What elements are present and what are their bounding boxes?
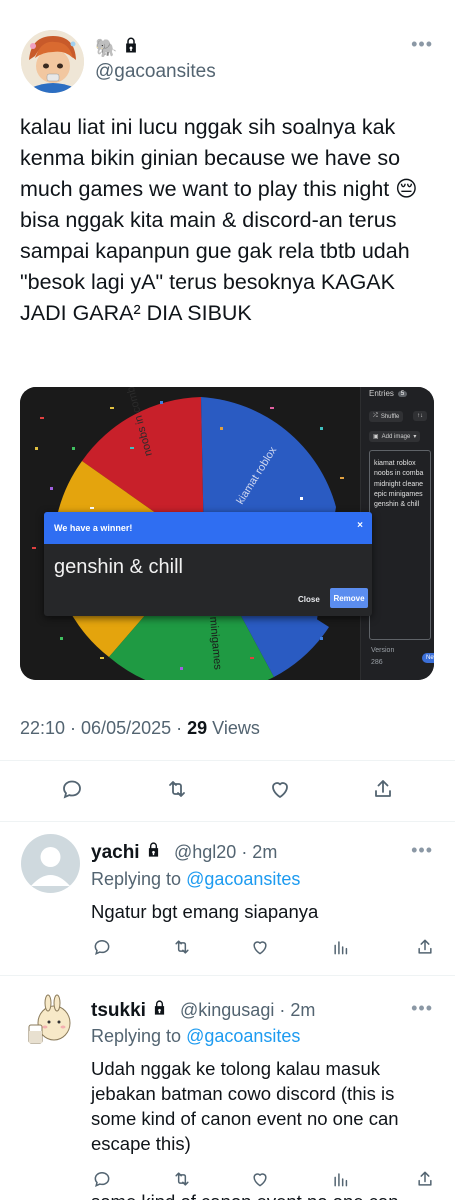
retweet-icon[interactable] [164,776,190,802]
like-icon[interactable] [247,934,273,960]
winner-dialog: We have a winner! × genshin & chill Clos… [44,512,372,616]
reply-text-line: Udah nggak ke tolong kalau masuk [91,1058,380,1079]
entries-title: Entries [369,389,394,398]
more-options-icon[interactable]: ••• [411,998,433,1019]
version-label: Version [371,647,395,654]
shuffle-icon: ⤮ [373,413,378,419]
reply-text: Udah nggak ke tolong kalau masuk jebakan… [91,1056,436,1156]
entries-list[interactable]: kiamat roblox noobs in comba midnight cl… [369,450,431,640]
share-icon[interactable] [412,934,438,960]
divider [0,975,455,976]
reply-handle[interactable]: @kingusagi · 2m [180,1000,315,1021]
winner-text: genshin & chill [54,556,183,578]
replying-to-link[interactable]: @gacoansites [186,869,300,889]
analytics-icon[interactable] [328,934,354,960]
views-count: 29 [187,718,208,738]
entry-item: genshin & chill [374,501,420,509]
reply-icon[interactable] [89,934,115,960]
sort-button[interactable]: ↑↓ [413,411,427,421]
tweet-meta: 22:10 · 06/05/2025 · 29 Views [20,718,260,739]
replying-to-link[interactable]: @gacoansites [186,1026,300,1046]
version-number: 286 [371,659,383,666]
entry-item: kiamat roblox [374,460,416,467]
remove-button[interactable]: Remove [330,588,368,608]
reply-text-line: jebakan batman cowo discord (this is [91,1083,395,1104]
author-handle[interactable]: @gacoansites [95,61,216,83]
more-options-icon[interactable]: ••• [411,34,433,55]
like-icon[interactable] [267,776,293,802]
sort-icon: ↑↓ [417,413,423,419]
divider [0,821,455,822]
entry-item: midnight cleane [374,480,424,488]
share-icon[interactable] [412,1166,438,1192]
lock-icon [145,841,162,864]
avatar[interactable] [21,993,80,1052]
author-name-row: 🐘 [95,36,140,59]
entries-header: Entries 5 [369,389,408,398]
chevron-down-icon: ▾ [413,434,417,440]
share-icon[interactable] [370,776,396,802]
add-image-button[interactable]: ▣ Add image ▾ [369,431,421,442]
reply-icon[interactable] [59,776,85,802]
image-icon: ▣ [373,434,379,440]
views-label: Views [207,718,260,738]
entry-item: noobs in comba [374,470,424,478]
winner-dialog-header: We have a winner! × [44,512,372,544]
reply-author-name[interactable]: tsukki [91,999,168,1022]
close-button[interactable]: Close [298,595,320,604]
tweet-media[interactable]: noobs in combat kiamat roblox minigames [20,387,434,680]
reply-text-line: escape this) [91,1133,191,1154]
shuffle-button[interactable]: ⤮ Shuffle [369,411,404,422]
reply-text: Ngatur bgt emang siapanya [91,901,319,922]
reply-handle[interactable]: @hgl20 · 2m [174,842,277,863]
tweet-timestamp[interactable]: 22:10 · 06/05/2025 · [20,718,187,738]
lock-icon [151,999,168,1022]
scrolled-text-fragment: some kind of canon event no one can [91,1189,399,1200]
close-icon[interactable]: × [357,520,363,531]
replying-to: Replying to @gacoansites [91,869,301,889]
elephant-emoji: 🐘 [95,37,118,58]
entries-count: 5 [397,390,408,397]
reply-author-name[interactable]: yachi [91,841,162,864]
author-avatar[interactable] [21,30,84,93]
lock-icon [122,36,140,59]
reply-text-line: some kind of canon event no one can [91,1108,399,1129]
divider [0,760,455,761]
entry-item: epic minigames [374,490,423,498]
avatar[interactable] [21,834,80,893]
tweet-text: kalau liat ini lucu nggak sih soalnya ka… [20,115,424,325]
more-options-icon[interactable]: ••• [411,840,433,861]
replying-to: Replying to @gacoansites [91,1026,301,1046]
retweet-icon[interactable] [169,934,195,960]
new-badge[interactable]: New [422,653,434,663]
winner-dialog-title: We have a winner! [54,523,133,533]
